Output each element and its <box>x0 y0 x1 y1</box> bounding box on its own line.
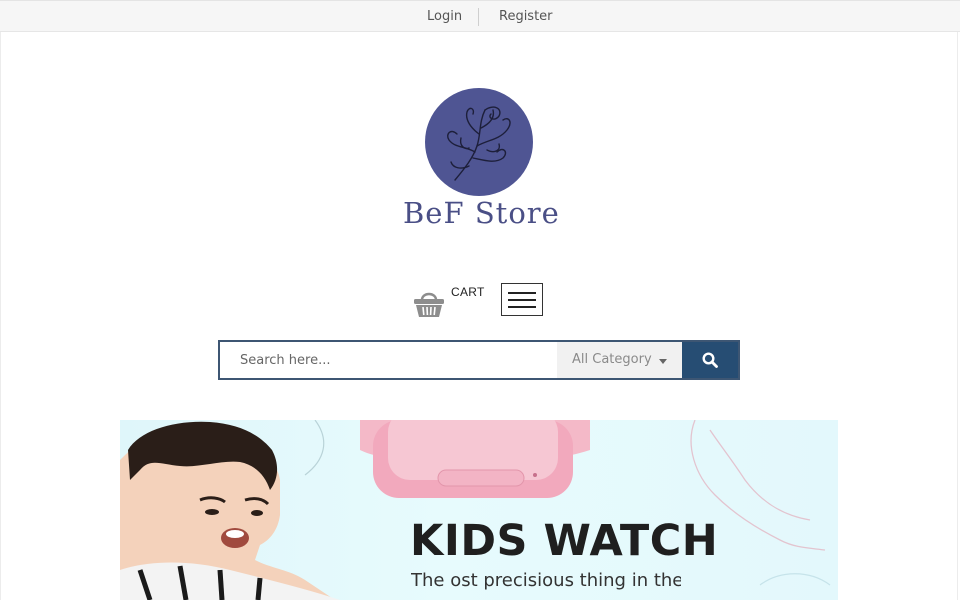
logo-text: BeF Store <box>403 196 560 230</box>
hamburger-line <box>508 292 536 294</box>
cart-label[interactable]: CART <box>451 285 485 299</box>
hamburger-line <box>508 306 536 308</box>
caret-down-icon <box>659 359 667 364</box>
top-bar: Login Register <box>0 0 960 32</box>
category-label: All Category <box>572 352 652 367</box>
banner-title: KIDS WATCH <box>410 516 719 566</box>
search-input[interactable] <box>222 342 555 378</box>
register-link[interactable]: Register <box>499 9 553 24</box>
category-select[interactable]: All Category <box>557 342 682 378</box>
banner-subtitle: The ost precisious thing in the w <box>411 570 681 591</box>
search-bar: All Category <box>218 340 740 380</box>
floral-ornament-icon <box>447 106 511 181</box>
login-link[interactable]: Login <box>427 9 462 24</box>
top-divider <box>478 8 479 26</box>
hamburger-menu-button[interactable] <box>501 283 543 316</box>
basket-icon[interactable] <box>413 288 445 318</box>
hamburger-line <box>508 299 536 301</box>
search-icon <box>702 352 718 368</box>
promo-banner[interactable]: KIDS WATCH The ost precisious thing in t… <box>120 420 838 600</box>
store-logo[interactable]: BeF Store <box>400 86 560 236</box>
logo-emblem <box>425 88 533 196</box>
search-button[interactable] <box>682 342 738 378</box>
